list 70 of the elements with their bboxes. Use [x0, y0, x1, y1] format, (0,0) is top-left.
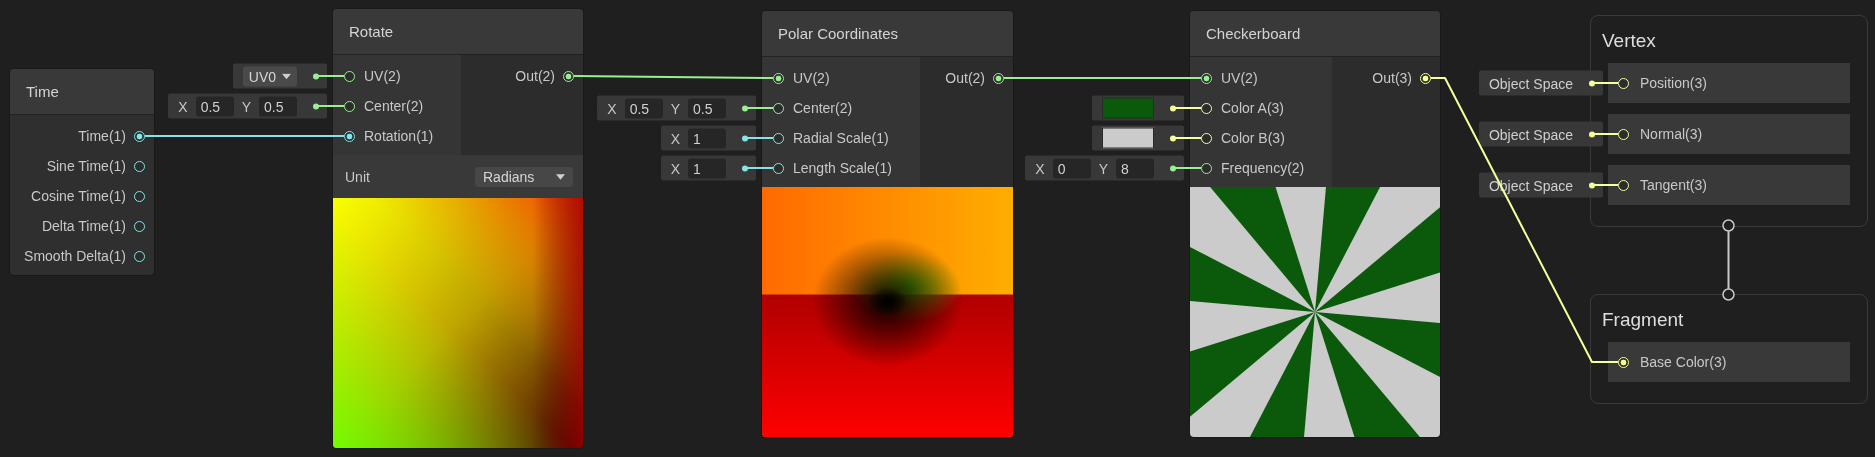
value-field[interactable]: 0: [1052, 158, 1091, 178]
port-label: Position(3): [1640, 75, 1707, 91]
port-label: UV(2): [364, 68, 401, 84]
axis-label: X: [178, 98, 188, 114]
port-icon[interactable]: [1201, 162, 1212, 174]
stack-title: Fragment: [1601, 308, 1685, 332]
port-icon[interactable]: [773, 102, 784, 114]
value-field[interactable]: 0.5: [688, 98, 726, 118]
port-label: Center(2): [793, 100, 853, 116]
port-label: Normal(3): [1640, 126, 1703, 142]
node-title: Polar Coordinates: [778, 25, 899, 42]
port-label: Out(2): [945, 70, 985, 86]
space-field[interactable]: Object Space: [1488, 126, 1573, 142]
port-icon[interactable]: [773, 132, 784, 144]
node-title: Checkerboard: [1206, 25, 1301, 42]
axis-label: X: [1035, 160, 1045, 176]
port-icon[interactable]: [563, 70, 574, 82]
node-title: Time: [26, 83, 59, 100]
port-label: Time(1): [78, 128, 126, 144]
port-icon[interactable]: [773, 162, 784, 174]
port-label: Cosine Time(1): [31, 188, 126, 204]
port-label: UV(2): [1221, 70, 1258, 86]
port-label: Center(2): [364, 98, 424, 114]
axis-label: X: [607, 100, 617, 116]
port-label: Smooth Delta(1): [24, 248, 126, 264]
port-label: Rotation(1): [364, 128, 434, 144]
port-icon[interactable]: [993, 72, 1004, 84]
port-icon[interactable]: [344, 130, 355, 142]
port-label: Tangent(3): [1640, 177, 1707, 193]
node-title: Rotate: [349, 23, 394, 40]
caret-icon: [282, 73, 291, 79]
port-icon[interactable]: [134, 160, 145, 172]
port-icon[interactable]: [134, 250, 145, 262]
unit-dropdown[interactable]: Radians: [475, 166, 573, 187]
port-icon[interactable]: [344, 70, 355, 82]
axis-label: Y: [1098, 160, 1108, 176]
axis-label: X: [670, 160, 680, 176]
axis-label: Y: [670, 100, 680, 116]
port-icon[interactable]: [773, 72, 784, 84]
value-field[interactable]: 8: [1116, 158, 1154, 178]
caret-icon: [556, 173, 565, 180]
stack-title: Vertex: [1601, 29, 1657, 53]
space-field[interactable]: Object Space: [1488, 75, 1573, 91]
color-swatch[interactable]: [1102, 97, 1154, 119]
port-label: Delta Time(1): [41, 218, 126, 234]
value-field[interactable]: 1: [688, 158, 726, 178]
port-icon[interactable]: [134, 220, 145, 232]
port-icon[interactable]: [134, 130, 145, 142]
setting-label: Unit: [345, 168, 370, 185]
port-label: Color A(3): [1221, 100, 1285, 116]
port-label: Out(2): [515, 68, 555, 84]
port-label: Sine Time(1): [46, 158, 126, 174]
port-label: Radial Scale(1): [793, 130, 889, 146]
axis-label: X: [670, 130, 680, 146]
value-field[interactable]: 1: [688, 128, 726, 148]
port-label: Frequency(2): [1221, 160, 1305, 176]
axis-label: Y: [241, 98, 251, 114]
port-label: Out(3): [1372, 70, 1412, 86]
port-icon[interactable]: [1201, 72, 1212, 84]
color-swatch[interactable]: [1102, 127, 1154, 149]
port-label: Base Color(3): [1640, 354, 1727, 370]
value-field[interactable]: 0.5: [624, 98, 663, 118]
port-label: Length Scale(1): [793, 160, 892, 176]
port-icon[interactable]: [134, 190, 145, 202]
value-field[interactable]: 0.5: [259, 96, 297, 116]
value-field[interactable]: 0.5: [195, 96, 234, 116]
uv-dropdown[interactable]: UV0: [242, 66, 297, 86]
port-label: Color B(3): [1221, 130, 1285, 146]
port-label: UV(2): [793, 70, 830, 86]
port-icon[interactable]: [344, 100, 355, 112]
